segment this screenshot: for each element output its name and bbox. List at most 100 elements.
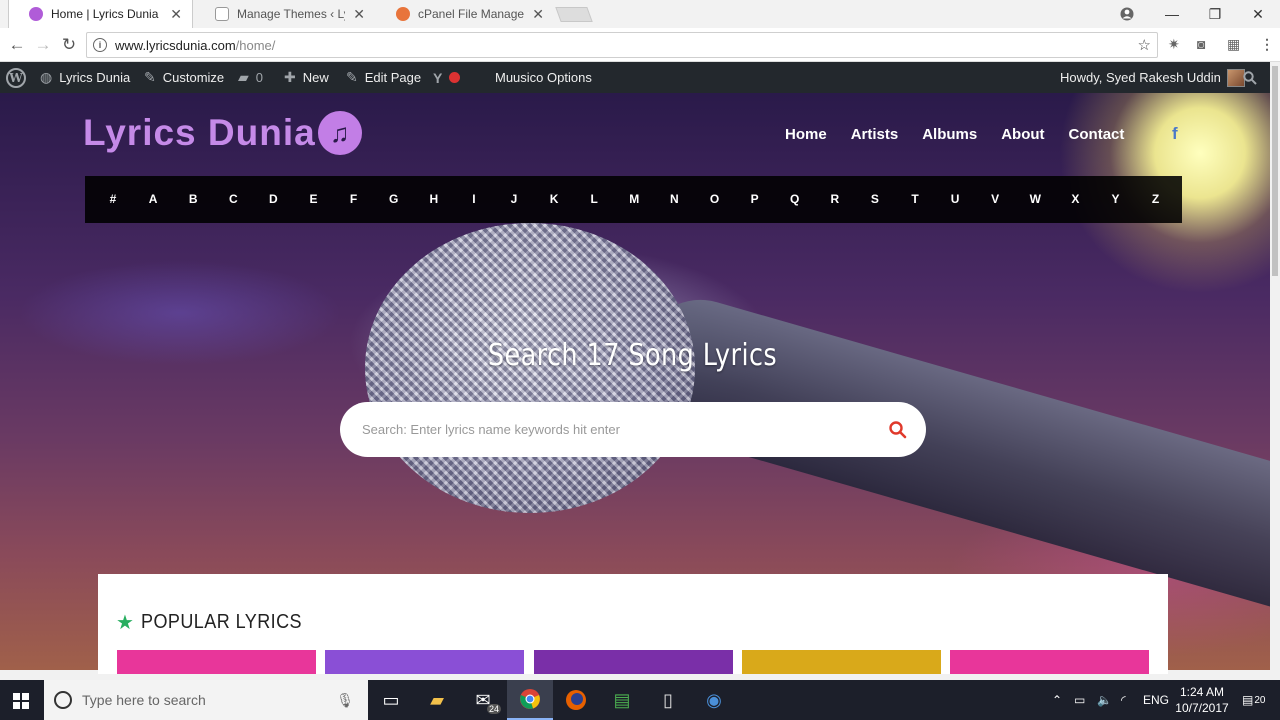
- taskbar-clock[interactable]: 1:24 AM 10/7/2017: [1172, 684, 1232, 716]
- facebook-icon[interactable]: f: [1172, 124, 1178, 144]
- camera-extension-icon[interactable]: ◙: [1197, 36, 1205, 52]
- network-app-icon[interactable]: ◉: [691, 680, 737, 720]
- windows-start-icon[interactable]: [13, 693, 29, 709]
- alpha-filter-y[interactable]: Y: [1106, 192, 1126, 206]
- alpha-filter-l[interactable]: L: [584, 192, 604, 206]
- site-name-link[interactable]: ◍ Lyrics Dunia: [40, 62, 130, 93]
- notepad-plus-plus-icon[interactable]: ▤: [599, 680, 645, 720]
- wifi-icon[interactable]: ◜: [1121, 680, 1126, 720]
- alpha-filter-e[interactable]: E: [304, 192, 324, 206]
- alpha-filter-x[interactable]: X: [1065, 192, 1085, 206]
- cortana-icon: [54, 691, 72, 709]
- scrollbar-thumb[interactable]: [1272, 66, 1278, 276]
- customize-link[interactable]: ✎ Customize: [144, 62, 224, 93]
- address-bar[interactable]: i www.lyricsdunia.com/home/ ☆: [86, 32, 1158, 58]
- bookmark-star-icon[interactable]: ☆: [1138, 36, 1151, 54]
- mail-app-icon[interactable]: ✉ 24: [460, 680, 506, 720]
- minimize-button[interactable]: —: [1150, 0, 1194, 28]
- battery-icon[interactable]: ▭: [1074, 680, 1085, 720]
- maximize-button[interactable]: ❐: [1193, 0, 1237, 28]
- page-scrollbar[interactable]: [1270, 62, 1280, 670]
- menu-icon[interactable]: ⋮: [1260, 36, 1274, 53]
- firefox-icon[interactable]: [553, 680, 599, 720]
- alpha-filter-d[interactable]: D: [263, 192, 283, 206]
- wordpress-logo-button[interactable]: W: [6, 62, 26, 93]
- file-explorer-icon[interactable]: ▰: [414, 680, 460, 720]
- account-menu[interactable]: Howdy, Syed Rakesh Uddin: [1060, 62, 1245, 93]
- theme-options-link[interactable]: Muusico Options: [495, 62, 592, 93]
- tab-cpanel-file-manager[interactable]: cPanel File Manager v3 ✕: [376, 0, 554, 28]
- close-window-button[interactable]: ✕: [1236, 0, 1280, 28]
- lyric-card[interactable]: [325, 650, 524, 674]
- info-icon[interactable]: i: [93, 38, 107, 52]
- wordpress-icon: W: [6, 67, 26, 88]
- alpha-filter-t[interactable]: T: [905, 192, 925, 206]
- extension-icon[interactable]: ✷: [1168, 36, 1180, 53]
- extension-icon[interactable]: ▦: [1227, 36, 1240, 53]
- lyric-card[interactable]: [534, 650, 733, 674]
- alpha-filter-o[interactable]: O: [705, 192, 725, 206]
- alpha-filter-s[interactable]: S: [865, 192, 885, 206]
- alpha-filter-p[interactable]: P: [745, 192, 765, 206]
- alpha-filter-c[interactable]: C: [223, 192, 243, 206]
- new-content-link[interactable]: ✚ New: [284, 62, 329, 93]
- close-tab-icon[interactable]: ✕: [353, 6, 365, 23]
- nav-about[interactable]: About: [1001, 126, 1044, 143]
- alpha-filter-z[interactable]: Z: [1146, 192, 1166, 206]
- alpha-filter-v[interactable]: V: [985, 192, 1005, 206]
- url-path: /home/: [235, 37, 276, 53]
- action-center-icon[interactable]: ▤ 20: [1242, 680, 1265, 720]
- alpha-filter-j[interactable]: J: [504, 192, 524, 206]
- edit-page-link[interactable]: ✎ Edit Page: [346, 62, 421, 93]
- new-tab-button[interactable]: [555, 7, 593, 22]
- yoast-seo-button[interactable]: Y: [433, 62, 461, 93]
- forward-arrow-icon[interactable]: →: [32, 34, 54, 56]
- alpha-filter-q[interactable]: Q: [785, 192, 805, 206]
- browser-toolbar: ← → ↻ i www.lyricsdunia.com/home/ ☆ ✷ ◙ …: [0, 28, 1280, 62]
- alpha-filter-i[interactable]: I: [464, 192, 484, 206]
- alpha-filter-u[interactable]: U: [945, 192, 965, 206]
- wp-admin-bar: W ◍ Lyrics Dunia ✎ Customize ▰ 0 ✚ New ✎…: [0, 62, 1270, 93]
- alpha-filter-b[interactable]: B: [183, 192, 203, 206]
- taskbar-search-box[interactable]: Type here to search 🎙: [44, 680, 368, 720]
- lyric-card[interactable]: [950, 650, 1149, 674]
- profile-icon[interactable]: [1105, 0, 1149, 28]
- volume-icon[interactable]: 🔈: [1097, 680, 1112, 720]
- nav-albums[interactable]: Albums: [922, 126, 977, 143]
- site-logo[interactable]: Lyrics Dunia ♫: [83, 111, 362, 155]
- nav-artists[interactable]: Artists: [851, 126, 899, 143]
- comment-icon: ▰: [238, 69, 249, 85]
- lyric-card[interactable]: [742, 650, 941, 674]
- chrome-icon[interactable]: [507, 680, 553, 720]
- close-tab-icon[interactable]: ✕: [170, 6, 182, 23]
- task-view-icon[interactable]: ▭: [368, 680, 414, 720]
- alpha-filter-m[interactable]: M: [624, 192, 644, 206]
- nav-home[interactable]: Home: [785, 126, 827, 143]
- tab-title: cPanel File Manager v3: [418, 7, 525, 21]
- alpha-filter-hash[interactable]: #: [103, 192, 123, 206]
- lyric-card[interactable]: [117, 650, 316, 674]
- star-icon: ★: [116, 612, 134, 634]
- tab-home-lyrics-dunia[interactable]: Home | Lyrics Dunia ✕: [8, 0, 193, 28]
- reload-icon[interactable]: ↻: [58, 34, 80, 56]
- alpha-filter-h[interactable]: H: [424, 192, 444, 206]
- documents-icon[interactable]: ▯: [645, 680, 691, 720]
- tray-overflow-icon[interactable]: ⌃: [1052, 680, 1062, 720]
- alpha-filter-a[interactable]: A: [143, 192, 163, 206]
- microphone-icon[interactable]: 🎙: [336, 692, 354, 709]
- close-tab-icon[interactable]: ✕: [532, 6, 544, 23]
- alpha-filter-w[interactable]: W: [1025, 192, 1045, 206]
- alpha-filter-n[interactable]: N: [664, 192, 684, 206]
- admin-search-button[interactable]: [1243, 62, 1257, 93]
- language-indicator[interactable]: ENG: [1143, 680, 1169, 720]
- alpha-filter-g[interactable]: G: [384, 192, 404, 206]
- nav-contact[interactable]: Contact: [1069, 126, 1125, 143]
- comments-link[interactable]: ▰ 0: [238, 62, 263, 93]
- tab-manage-themes[interactable]: Manage Themes ‹ Lyrics ✕: [195, 0, 375, 28]
- alpha-filter-k[interactable]: K: [544, 192, 564, 206]
- alpha-filter-f[interactable]: F: [344, 192, 364, 206]
- back-arrow-icon[interactable]: ←: [6, 34, 28, 56]
- search-input[interactable]: [362, 422, 862, 437]
- search-icon[interactable]: [888, 420, 908, 440]
- alpha-filter-r[interactable]: R: [825, 192, 845, 206]
